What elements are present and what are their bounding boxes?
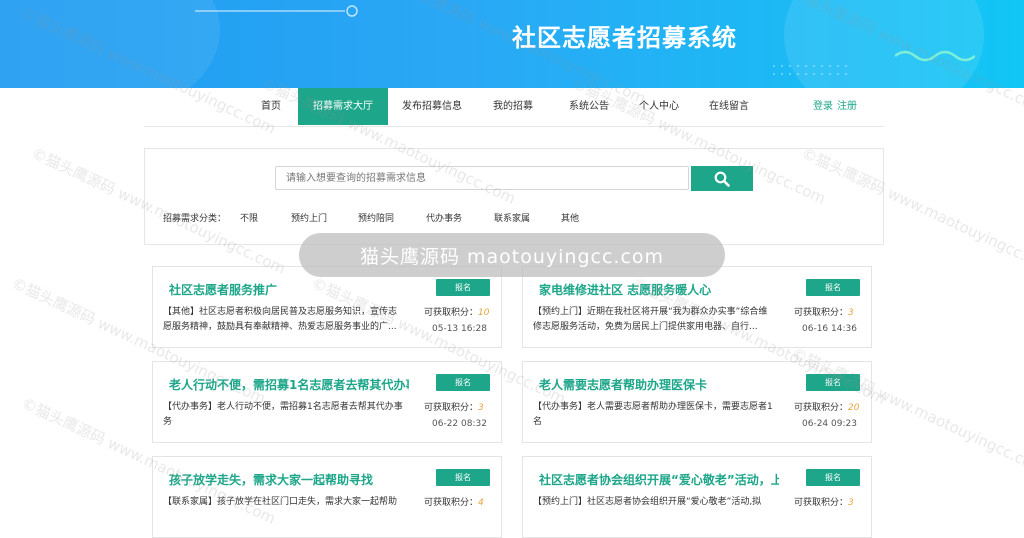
card-date: 06-16 14:36 [802, 324, 857, 334]
card-description: 【其他】社区志愿者积极向居民普及志愿服务知识，宣传志愿服务精神，鼓励具有奉献精神… [163, 307, 398, 332]
points-label: 可获取积分： [794, 403, 849, 413]
card-title[interactable]: 老人需要志愿者帮助办理医保卡 [539, 376, 707, 393]
recruit-card: 社区志愿者服务推广 报名 【其他】社区志愿者积极向居民普及志愿服务知识，宣传志愿… [152, 266, 502, 348]
filter-option-other[interactable]: 其他 [561, 211, 579, 224]
signup-button[interactable]: 报名 [436, 374, 490, 391]
signup-button[interactable]: 报名 [436, 469, 490, 486]
filter-option-home-visit[interactable]: 预约上门 [291, 211, 327, 224]
points-value: 4 [478, 498, 484, 508]
points-value: 20 [848, 403, 860, 413]
points-label: 可获取积分： [794, 498, 849, 508]
recruit-card: 老人需要志愿者帮助办理医保卡 报名 【代办事务】老人需要志愿者帮助办理医保卡，需… [522, 361, 872, 443]
banner-decoration [0, 0, 220, 88]
search-input[interactable] [275, 166, 689, 190]
card-points: 可获取积分：20 [794, 400, 859, 413]
card-description: 【代办事务】老人行动不便，需招募1名志愿者去帮其代办事务 [163, 402, 403, 427]
search-button[interactable] [691, 166, 753, 191]
nav-item-messages[interactable]: 在线留言 [700, 88, 758, 125]
recruit-card: 老人行动不便，需招募1名志愿者去帮其代办事务 报名 【代办事务】老人行动不便，需… [152, 361, 502, 443]
card-title[interactable]: 老人行动不便，需招募1名志愿者去帮其代办事务 [169, 376, 409, 393]
filter-option-all[interactable]: 不限 [240, 211, 258, 224]
points-value: 3 [848, 308, 854, 318]
search-icon [714, 171, 730, 187]
card-title[interactable]: 孩子放学走失，需求大家一起帮助寻找 [169, 471, 373, 488]
recruit-card: 社区志愿者协会组织开展“爱心敬老”活动，上门... 报名 【预约上门】社区志愿者… [522, 456, 872, 538]
card-description: 【预约上门】近期在我社区将开展“我为群众办实事”综合维修志愿服务活动，免费为居民… [533, 307, 768, 332]
points-value: 10 [478, 308, 490, 318]
card-date: 06-22 08:32 [432, 419, 487, 429]
signup-button[interactable]: 报名 [806, 469, 860, 486]
circuit-decoration-icon [195, 5, 358, 17]
card-points: 可获取积分：3 [794, 305, 854, 318]
filter-option-contact-family[interactable]: 联系家属 [494, 211, 530, 224]
card-title[interactable]: 家电维修进社区 志愿服务暖人心 [539, 281, 711, 298]
points-label: 可获取积分： [794, 308, 849, 318]
nav-item-my-recruit[interactable]: 我的招募 [484, 88, 542, 125]
points-label: 可获取积分： [424, 498, 479, 508]
card-points: 可获取积分：10 [424, 305, 489, 318]
filter-option-escort[interactable]: 预约陪同 [358, 211, 394, 224]
search-panel: 招募需求分类： 不限 预约上门 预约陪同 代办事务 联系家属 其他 [144, 148, 884, 245]
card-description: 【代办事务】老人需要志愿者帮助办理医保卡，需要志愿者1名 [533, 402, 773, 427]
signup-button[interactable]: 报名 [436, 279, 490, 296]
wave-decoration-icon [895, 50, 975, 62]
login-link[interactable]: 登录 [813, 88, 833, 125]
main-nav: 首页 招募需求大厅 发布招募信息 我的招募 系统公告 个人中心 在线留言 登录 … [144, 88, 884, 127]
nav-item-personal-center[interactable]: 个人中心 [630, 88, 688, 125]
card-description: 【联系家属】孩子放学在社区门口走失，需求大家一起帮助 [163, 497, 398, 507]
nav-item-recruit-hall[interactable]: 招募需求大厅 [298, 88, 388, 125]
nav-item-home[interactable]: 首页 [249, 88, 293, 125]
card-points: 可获取积分：3 [424, 400, 484, 413]
recruit-card: 孩子放学走失，需求大家一起帮助寻找 报名 【联系家属】孩子放学在社区门口走失，需… [152, 456, 502, 538]
recruit-card: 家电维修进社区 志愿服务暖人心 报名 【预约上门】近期在我社区将开展“我为群众办… [522, 266, 872, 348]
card-title[interactable]: 社区志愿者服务推广 [169, 281, 277, 298]
points-label: 可获取积分： [424, 308, 479, 318]
points-value: 3 [478, 403, 484, 413]
filter-label: 招募需求分类： [163, 214, 227, 224]
card-date: 06-24 09:23 [802, 419, 857, 429]
card-title[interactable]: 社区志愿者协会组织开展“爱心敬老”活动，上门... [539, 471, 779, 488]
points-label: 可获取积分： [424, 403, 479, 413]
card-points: 可获取积分：3 [794, 495, 854, 508]
card-points: 可获取积分：4 [424, 495, 484, 508]
nav-item-announcements[interactable]: 系统公告 [558, 88, 620, 125]
signup-button[interactable]: 报名 [806, 374, 860, 391]
watermark-overlay: 猫头鹰源码 maotouyingcc.com [299, 233, 725, 277]
site-title: 社区志愿者招募系统 [512, 24, 737, 52]
header-banner: 社区志愿者招募系统 [0, 0, 1024, 88]
register-link[interactable]: 注册 [837, 88, 857, 125]
points-value: 3 [848, 498, 854, 508]
card-description: 【预约上门】社区志愿者协会组织开展“爱心敬老”活动,拟 [533, 497, 762, 507]
signup-button[interactable]: 报名 [806, 279, 860, 296]
filter-option-errands[interactable]: 代办事务 [426, 211, 462, 224]
card-date: 05-13 16:28 [432, 324, 487, 334]
dots-decoration-icon [773, 65, 847, 75]
nav-item-publish[interactable]: 发布招募信息 [396, 88, 468, 125]
